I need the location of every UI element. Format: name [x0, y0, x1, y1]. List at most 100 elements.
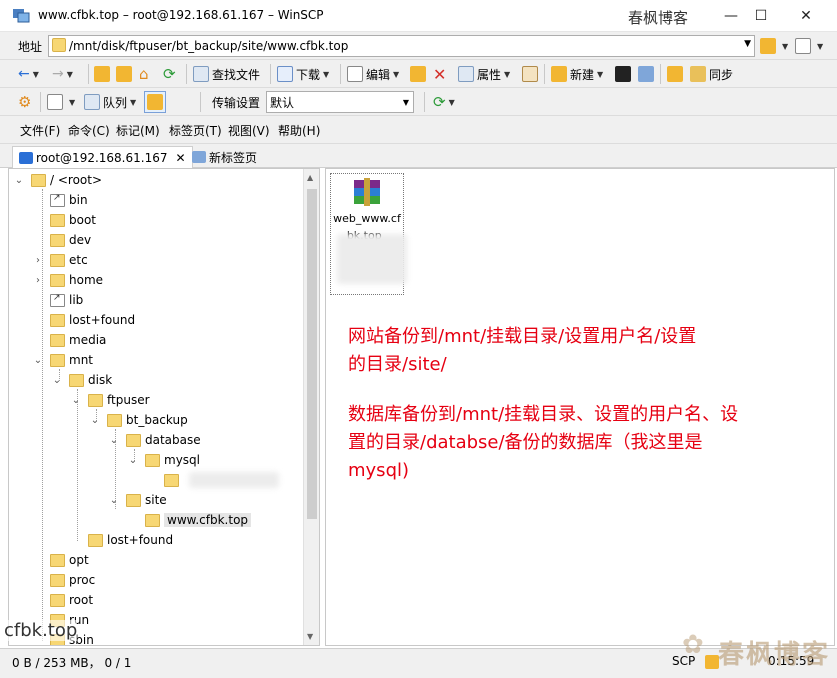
- transfer-settings-value: 默认: [270, 95, 295, 110]
- edit-button[interactable]: 编辑 ▼: [347, 63, 399, 85]
- properties-button[interactable]: 属性 ▼: [458, 63, 510, 85]
- scrollbar-thumb[interactable]: [307, 189, 317, 519]
- arrow-right-icon: →: [52, 66, 64, 82]
- tab-new[interactable]: 新标签页: [186, 146, 263, 168]
- rename-icon: [522, 66, 538, 82]
- transfer-settings-label: 传输设置: [212, 95, 261, 110]
- tree-item-mysql[interactable]: ⌄ mysql: [127, 450, 200, 470]
- new-button[interactable]: 新建 ▼: [551, 63, 603, 85]
- view-mode-button[interactable]: ▼: [47, 91, 75, 113]
- tree-item-media[interactable]: media: [32, 330, 106, 350]
- tree-item-disk[interactable]: ⌄ disk: [51, 370, 112, 390]
- putty-button[interactable]: [638, 63, 657, 85]
- transfer-settings-select[interactable]: 默认 ▼: [266, 91, 414, 113]
- redacted-region: [189, 472, 279, 488]
- terminal-button[interactable]: [615, 63, 634, 85]
- find-files-button[interactable]: 查找文件: [193, 63, 260, 85]
- back-button[interactable]: ← ▼: [18, 63, 39, 85]
- annotation-line-2: 的目录/site/: [348, 354, 447, 375]
- edit-icon: [347, 66, 363, 82]
- computer-icon: [19, 151, 33, 164]
- status-bar: 0 B / 253 MB， 0 / 1 SCP 0:15:59: [0, 648, 837, 678]
- lock-icon: [705, 655, 719, 669]
- tree-scrollbar[interactable]: ▲ ▼: [303, 169, 319, 645]
- tree-item-mnt[interactable]: ⌄ mnt: [32, 350, 93, 370]
- address-input[interactable]: /mnt/disk/ftpuser/bt_backup/site/www.cfb…: [48, 35, 755, 57]
- scroll-up-icon[interactable]: ▲: [307, 173, 313, 182]
- home-icon: ⌂: [139, 65, 149, 83]
- tree-toggle-button[interactable]: [144, 91, 166, 113]
- chevron-down-icon[interactable]: ▼: [744, 39, 751, 49]
- tree-item-etc[interactable]: › etc: [32, 250, 88, 270]
- tree-item-ftpuser[interactable]: ⌄ ftpuser: [70, 390, 150, 410]
- redacted-region: [337, 234, 407, 284]
- tree-item-bin[interactable]: bin: [32, 190, 88, 210]
- sync-button[interactable]: 同步: [690, 63, 733, 85]
- tree-item-lost-found-2[interactable]: lost+found: [70, 530, 173, 550]
- tree-item-database[interactable]: ⌄ database: [108, 430, 201, 450]
- tree-item-lost-found[interactable]: lost+found: [32, 310, 135, 330]
- main-toolbar: ← ▼ → ▼ ⌂ ⟳ 查找文件 下载 ▼ 编辑 ▼ ✕ 属性 ▼ 新建 ▼ 同步: [0, 60, 837, 88]
- tree-item-proc[interactable]: proc: [32, 570, 95, 590]
- parent-dir-button[interactable]: [94, 63, 113, 85]
- winscp-app-icon: [13, 9, 30, 23]
- tree-item-www-cfbk-top[interactable]: www.cfbk.top: [127, 510, 252, 530]
- tree-item-lib[interactable]: lib: [32, 290, 83, 310]
- tree-item-mysql-child[interactable]: [146, 470, 183, 490]
- annotation-line-1: 网站备份到/mnt/挂载目录/设置用户名/设置: [348, 326, 697, 347]
- tab-bar: root@192.168.61.167 ✕ 新标签页: [0, 144, 837, 168]
- maximize-button[interactable]: ☐: [740, 0, 782, 32]
- tree-view-icon: [147, 94, 163, 110]
- tree-item-root-dir[interactable]: root: [32, 590, 93, 610]
- menu-file[interactable]: 文件(F): [20, 122, 60, 139]
- folder-icon: [52, 38, 66, 52]
- delete-button[interactable]: ✕: [433, 63, 446, 85]
- status-selection: 0 B / 253 MB， 0 / 1: [12, 656, 132, 670]
- root-folder-icon: [116, 66, 132, 82]
- tree-item-site[interactable]: ⌄ site: [108, 490, 167, 510]
- menu-command[interactable]: 命令(C): [68, 122, 110, 139]
- find-files-icon: [193, 66, 209, 82]
- tree-item-opt[interactable]: opt: [32, 550, 89, 570]
- tree-item-home[interactable]: › home: [32, 270, 103, 290]
- file-list-pane: web_www.cfbk.top_ 网站备份到/mnt/挂载目录/设置用户名/设…: [325, 168, 835, 646]
- download-label: 下载: [296, 67, 321, 82]
- delete-icon: ✕: [433, 64, 447, 84]
- window-title: www.cfbk.top – root@192.168.61.167 – Win…: [38, 8, 324, 22]
- terminal-icon: [615, 66, 631, 82]
- sync-label: 同步: [709, 67, 734, 82]
- close-button[interactable]: ✕: [785, 0, 827, 32]
- download-icon: [277, 66, 293, 82]
- refresh-button[interactable]: ⟳: [163, 63, 176, 85]
- menu-mark[interactable]: 标记(M): [116, 122, 160, 139]
- download-button[interactable]: 下载 ▼: [277, 63, 329, 85]
- preferences-button[interactable]: ⚙: [18, 91, 31, 113]
- home-button[interactable]: ⌂: [139, 63, 149, 85]
- open-folder-button[interactable]: ▼: [760, 35, 788, 57]
- menu-tabs[interactable]: 标签页(T): [169, 122, 222, 139]
- close-tab-icon[interactable]: ✕: [175, 151, 185, 165]
- directory-tree: ⌄/ <root> bin boot dev ›etc ›home lib lo…: [8, 168, 320, 646]
- annotation-line-4: 置的目录/databse/备份的数据库（我这里是: [348, 432, 703, 453]
- tree-item-bt-backup[interactable]: ⌄ bt_backup: [89, 410, 188, 430]
- open-folder-icon: [760, 38, 776, 54]
- blog-watermark-title: 春枫博客: [628, 9, 689, 27]
- forward-button[interactable]: → ▼: [52, 63, 73, 85]
- tab-session[interactable]: root@192.168.61.167 ✕: [12, 146, 193, 168]
- menu-help[interactable]: 帮助(H): [278, 122, 320, 139]
- compare-button[interactable]: [667, 63, 686, 85]
- menu-view[interactable]: 视图(V): [228, 122, 270, 139]
- tree-item-root[interactable]: ⌄ / <root>: [13, 170, 102, 190]
- copy-button[interactable]: [410, 63, 429, 85]
- root-dir-button[interactable]: [116, 63, 135, 85]
- tree-item-dev[interactable]: dev: [32, 230, 91, 250]
- rename-button[interactable]: [522, 63, 541, 85]
- blog-logo-watermark: 春枫博客: [718, 640, 831, 670]
- sync-browse-button[interactable]: ⟳ ▼: [433, 91, 455, 113]
- tree-item-boot[interactable]: boot: [32, 210, 96, 230]
- filter-button[interactable]: ▼: [795, 35, 823, 57]
- queue-button[interactable]: 队列 ▼: [84, 91, 136, 113]
- domain-watermark: cfbk.top: [4, 620, 78, 641]
- scroll-down-icon[interactable]: ▼: [307, 632, 313, 641]
- file-item-archive[interactable]: web_www.cfbk.top_: [330, 173, 407, 295]
